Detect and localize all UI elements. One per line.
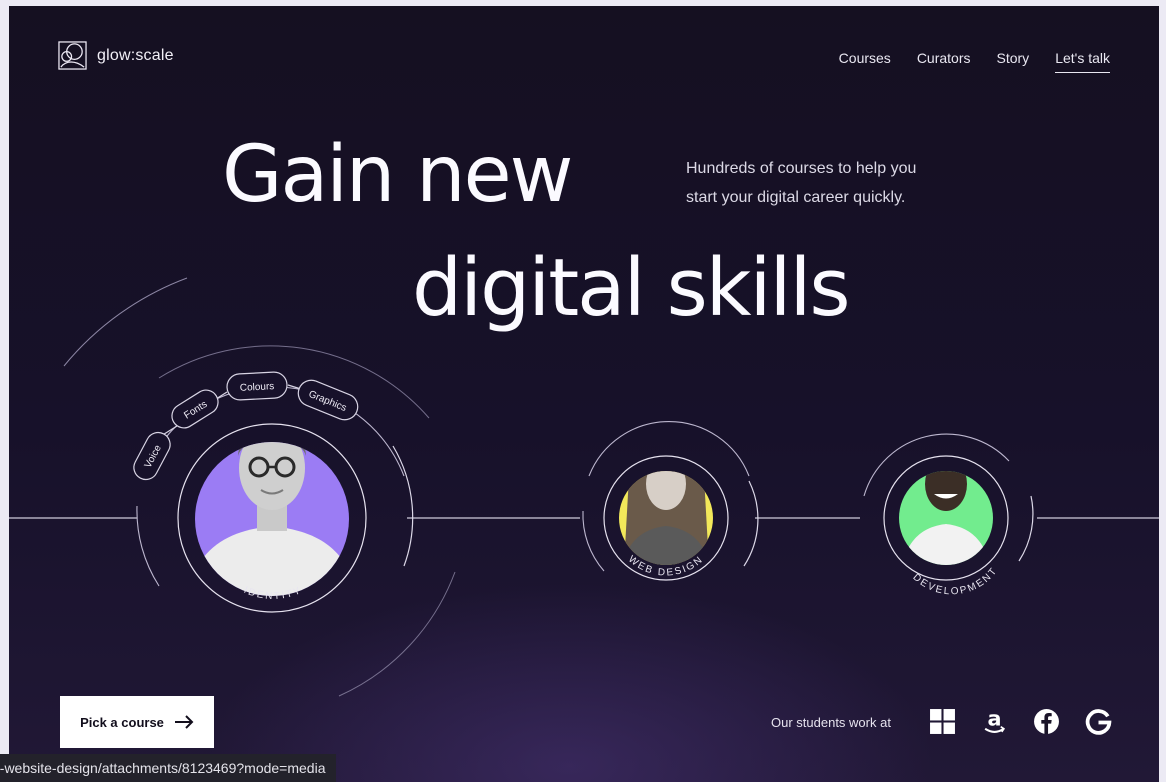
pick-a-course-button[interactable]: Pick a course	[60, 696, 214, 748]
landing-page: glow:scale Courses Curators Story Let's …	[9, 6, 1159, 782]
tag-colours-label: Colours	[240, 381, 275, 394]
amazon-icon: a	[984, 708, 1005, 733]
curators-illustration: IDENTITY Voice Fonts Colours Graphics WE…	[9, 277, 1159, 697]
google-icon	[1085, 709, 1112, 735]
tag-voice[interactable]: Voice	[130, 428, 175, 483]
facebook-icon	[1034, 709, 1059, 734]
company-logos: a	[929, 708, 1112, 735]
students-work-at-text: Our students work at	[771, 715, 891, 730]
windows-icon	[930, 709, 955, 734]
curator-development[interactable]: DEVELOPMENT	[863, 433, 1034, 597]
tag-graphics[interactable]: Graphics	[294, 376, 361, 423]
status-url: n-website-design/attachments/8123469?mod…	[0, 760, 326, 776]
tag-fonts[interactable]: Fonts	[167, 386, 222, 433]
pick-a-course-label: Pick a course	[80, 714, 164, 730]
svg-text:DEVELOPMENT: DEVELOPMENT	[911, 565, 1001, 597]
curator-web-design[interactable]: WEB DESIGN	[582, 421, 759, 581]
tag-colours[interactable]: Colours	[226, 371, 288, 401]
development-label: DEVELOPMENT	[911, 565, 999, 597]
browser-status-bar: n-website-design/attachments/8123469?mod…	[0, 754, 336, 782]
arrow-right-icon	[174, 715, 194, 729]
svg-text:a: a	[987, 708, 1001, 731]
